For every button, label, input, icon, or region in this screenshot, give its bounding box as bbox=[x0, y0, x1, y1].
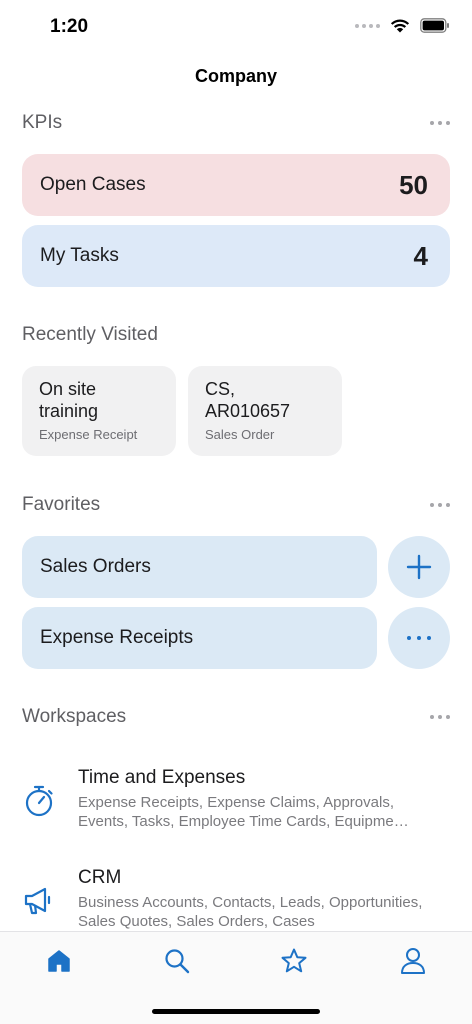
kpi-card-open-cases[interactable]: Open Cases 50 bbox=[22, 154, 450, 216]
kpi-value: 50 bbox=[399, 169, 428, 200]
favorites-section-title: Favorites bbox=[22, 494, 101, 515]
stopwatch-icon bbox=[22, 784, 56, 818]
workspace-time-and-expenses[interactable]: Time and Expenses Expense Receipts, Expe… bbox=[0, 767, 472, 847]
recent-card-expense-receipt[interactable]: On site training Expense Receipt bbox=[22, 366, 176, 456]
status-bar: 1:20 bbox=[0, 0, 472, 54]
search-icon bbox=[165, 949, 190, 974]
workspace-title: Time and Expenses bbox=[78, 767, 246, 788]
recent-card-sales-order[interactable]: CS, AR010657 Sales Order bbox=[188, 366, 342, 456]
kpis-section-header: KPIs bbox=[22, 111, 450, 135]
workspaces-more-button[interactable] bbox=[430, 709, 450, 725]
recent-card-subtitle: Sales Order bbox=[205, 427, 275, 442]
favorites-section-header: Favorites bbox=[22, 493, 450, 517]
wifi-icon bbox=[390, 19, 410, 33]
favorite-label: Sales Orders bbox=[40, 556, 151, 577]
more-icon bbox=[407, 636, 431, 640]
home-icon bbox=[48, 950, 70, 972]
person-icon bbox=[401, 948, 425, 974]
cellular-signal-icon bbox=[355, 23, 380, 28]
kpi-value: 4 bbox=[413, 240, 428, 271]
kpis-more-button[interactable] bbox=[430, 115, 450, 131]
workspace-description: Business Accounts, Contacts, Leads, Oppo… bbox=[78, 894, 423, 930]
tab-profile[interactable] bbox=[393, 944, 433, 978]
recent-card-title-line2: AR010657 bbox=[205, 401, 291, 421]
workspaces-section-header: Workspaces bbox=[22, 705, 450, 729]
recently-visited-section-title: Recently Visited bbox=[22, 324, 158, 345]
recent-card-subtitle: Expense Receipt bbox=[39, 427, 138, 442]
tab-favorites[interactable] bbox=[274, 944, 314, 978]
page-title: Company bbox=[194, 66, 277, 86]
recent-card-title-line2: training bbox=[39, 401, 99, 421]
recently-visited-section-header: Recently Visited bbox=[22, 323, 450, 347]
favorite-sales-orders[interactable]: Sales Orders bbox=[22, 536, 377, 598]
status-time: 1:20 bbox=[50, 16, 89, 37]
status-icons bbox=[355, 18, 450, 33]
workspace-title: CRM bbox=[78, 867, 122, 888]
workspaces-section-title: Workspaces bbox=[22, 706, 127, 727]
recent-card-title-line1: On site bbox=[39, 379, 97, 399]
favorite-label: Expense Receipts bbox=[40, 627, 194, 648]
add-sales-order-button[interactable] bbox=[388, 536, 450, 598]
kpis-section-title: KPIs bbox=[22, 112, 63, 133]
plus-icon bbox=[406, 554, 432, 580]
expense-receipts-more-button[interactable] bbox=[388, 607, 450, 669]
favorite-expense-receipts[interactable]: Expense Receipts bbox=[22, 607, 377, 669]
megaphone-icon bbox=[22, 884, 56, 918]
kpi-label: My Tasks bbox=[40, 245, 119, 266]
recent-card-title-line1: CS, bbox=[205, 379, 236, 399]
star-icon bbox=[281, 948, 307, 973]
favorites-more-button[interactable] bbox=[430, 497, 450, 513]
kpi-card-my-tasks[interactable]: My Tasks 4 bbox=[22, 225, 450, 287]
workspace-description: Expense Receipts, Expense Claims, Approv… bbox=[78, 794, 409, 830]
kpi-label: Open Cases bbox=[40, 174, 146, 195]
tab-search[interactable] bbox=[157, 944, 197, 978]
tab-home[interactable] bbox=[39, 944, 79, 978]
home-indicator bbox=[152, 1009, 320, 1014]
battery-icon bbox=[420, 18, 449, 33]
